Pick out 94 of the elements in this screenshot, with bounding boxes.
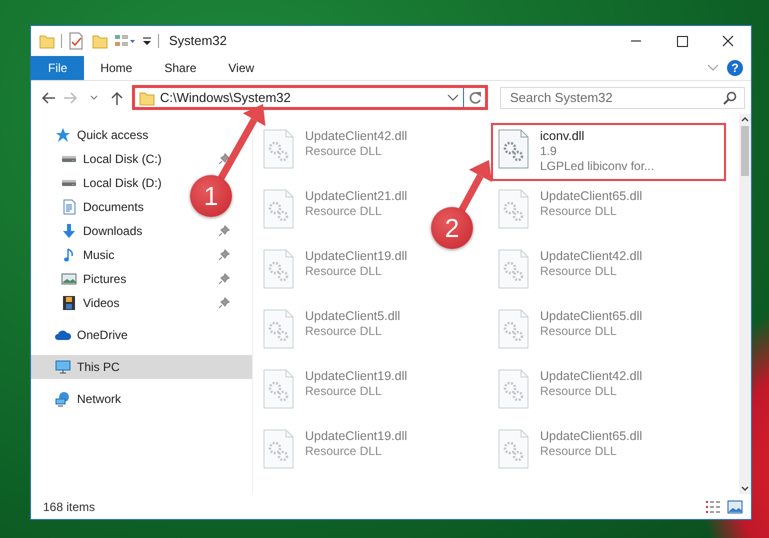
dll-file-icon bbox=[262, 429, 295, 469]
file-detail: Resource DLL bbox=[305, 264, 383, 279]
file-tile[interactable]: UpdateClient65.dll Resource DLL bbox=[491, 183, 648, 241]
file-detail: Resource DLL bbox=[540, 264, 618, 279]
help-button[interactable]: ? bbox=[727, 60, 743, 76]
scrollbar-thumb[interactable] bbox=[741, 126, 749, 176]
file-detail: LGPLed libiconv for... bbox=[540, 159, 654, 174]
file-detail: Resource DLL bbox=[540, 384, 618, 399]
window-title: System32 bbox=[169, 32, 227, 50]
nav-item[interactable]: Pictures bbox=[31, 267, 252, 291]
nav-item[interactable]: Downloads bbox=[31, 219, 252, 243]
file-name: UpdateClient19.dll bbox=[305, 249, 408, 264]
chevron-down-icon[interactable] bbox=[447, 94, 459, 102]
details-view-icon[interactable] bbox=[705, 500, 721, 514]
folder-icon bbox=[139, 90, 155, 106]
file-tile[interactable]: UpdateClient42.dll Resource DLL bbox=[256, 123, 414, 181]
dll-file-icon bbox=[497, 129, 530, 169]
file-name: UpdateClient42.dll bbox=[305, 129, 408, 144]
dll-file-icon bbox=[497, 309, 530, 349]
file-tile[interactable]: UpdateClient65.dll Resource DLL bbox=[491, 423, 648, 481]
file-detail: Resource DLL bbox=[540, 204, 618, 219]
document-icon bbox=[61, 199, 77, 215]
file-tile[interactable]: UpdateClient65.dll Resource DLL bbox=[491, 303, 648, 361]
nav-item[interactable]: Music bbox=[31, 243, 252, 267]
address-path: C:\Windows\System32 bbox=[160, 88, 292, 107]
file-detail: Resource DLL bbox=[540, 324, 618, 339]
nav-item[interactable]: OneDrive bbox=[31, 323, 150, 347]
file-detail: Resource DLL bbox=[305, 204, 383, 219]
file-name: UpdateClient19.dll bbox=[305, 369, 408, 384]
file-tile[interactable]: UpdateClient19.dll Resource DLL bbox=[256, 243, 414, 301]
ribbon-tab[interactable]: Home bbox=[84, 56, 148, 80]
search-field[interactable]: Search System32 bbox=[500, 86, 745, 108]
forward-arrow-icon bbox=[63, 90, 80, 106]
search-icon bbox=[723, 90, 737, 104]
file-name: UpdateClient65.dll bbox=[540, 189, 642, 204]
ribbon-tab[interactable]: Share bbox=[148, 56, 212, 80]
file-detail: Resource DLL bbox=[305, 444, 383, 459]
maximize-icon bbox=[675, 34, 689, 48]
file-tile[interactable]: UpdateClient19.dll Resource DLL bbox=[256, 363, 414, 421]
file-name: iconv.dll bbox=[540, 129, 586, 144]
ribbon-tab[interactable]: View bbox=[212, 56, 270, 80]
picture-icon bbox=[61, 271, 77, 287]
file-detail: Resource DLL bbox=[305, 144, 383, 159]
file-name: UpdateClient42.dll bbox=[540, 369, 642, 384]
file-tile[interactable]: UpdateClient19.dll Resource DLL bbox=[256, 423, 414, 481]
dll-file-icon bbox=[262, 189, 295, 229]
file-detail: Resource DLL bbox=[305, 384, 383, 399]
file-tab[interactable]: File bbox=[31, 56, 84, 80]
file-tile[interactable]: UpdateClient42.dll Resource DLL bbox=[491, 243, 648, 301]
file-tile[interactable]: UpdateClient21.dll Resource DLL bbox=[256, 183, 414, 241]
refresh-icon[interactable] bbox=[468, 90, 482, 104]
dll-file-icon bbox=[497, 429, 530, 469]
chevron-down-icon bbox=[90, 95, 98, 100]
back-arrow-icon bbox=[40, 90, 56, 106]
item-count: 168 items bbox=[43, 498, 96, 516]
nav-item[interactable]: Local Disk (C:) bbox=[31, 147, 252, 171]
address-bar[interactable]: C:\Windows\System32 bbox=[132, 85, 488, 110]
nav-item[interactable]: This PC bbox=[31, 355, 252, 379]
film-icon bbox=[61, 295, 77, 311]
file-name: UpdateClient19.dll bbox=[305, 429, 408, 444]
nav-item[interactable]: Network bbox=[31, 387, 144, 411]
file-tile[interactable]: UpdateClient42.dll Resource DLL bbox=[491, 363, 648, 421]
dropdown-icon[interactable] bbox=[142, 35, 152, 47]
file-name: UpdateClient65.dll bbox=[540, 429, 642, 444]
dll-file-icon bbox=[262, 309, 295, 349]
large-icons-view-icon[interactable] bbox=[727, 500, 743, 514]
monitor-icon bbox=[55, 359, 71, 375]
dll-file-icon bbox=[497, 369, 530, 409]
dll-file-icon bbox=[262, 249, 295, 289]
nav-item[interactable]: Videos bbox=[31, 291, 252, 315]
pointer-arrow bbox=[458, 160, 492, 212]
nav-item[interactable]: Documents bbox=[31, 195, 166, 219]
file-name: UpdateClient21.dll bbox=[305, 189, 408, 204]
file-tile[interactable]: UpdateClient5.dll Resource DLL bbox=[256, 303, 406, 361]
dll-file-icon bbox=[497, 249, 530, 289]
file-name: UpdateClient65.dll bbox=[540, 309, 642, 324]
network-icon bbox=[55, 391, 71, 407]
properties-icon[interactable] bbox=[68, 32, 84, 50]
file-detail: Resource DLL bbox=[305, 324, 383, 339]
file-name: UpdateClient5.dll bbox=[305, 309, 400, 324]
up-arrow-icon bbox=[108, 90, 125, 106]
file-detail: Resource DLL bbox=[540, 444, 618, 459]
nav-item[interactable]: Local Disk (D:) bbox=[31, 171, 184, 195]
file-name: UpdateClient42.dll bbox=[540, 249, 642, 264]
file-detail: 1.9 bbox=[540, 144, 558, 159]
dll-file-icon bbox=[497, 189, 530, 229]
dll-file-icon bbox=[262, 369, 295, 409]
nav-item[interactable]: Quick access bbox=[31, 123, 170, 147]
dll-file-icon bbox=[262, 129, 295, 169]
close-icon bbox=[721, 34, 735, 48]
download-arrow-icon bbox=[61, 223, 77, 239]
file-tile[interactable]: iconv.dll 1.9 LGPLed libiconv for... bbox=[491, 123, 726, 181]
view-icon[interactable] bbox=[114, 33, 136, 49]
star-icon bbox=[55, 127, 71, 143]
